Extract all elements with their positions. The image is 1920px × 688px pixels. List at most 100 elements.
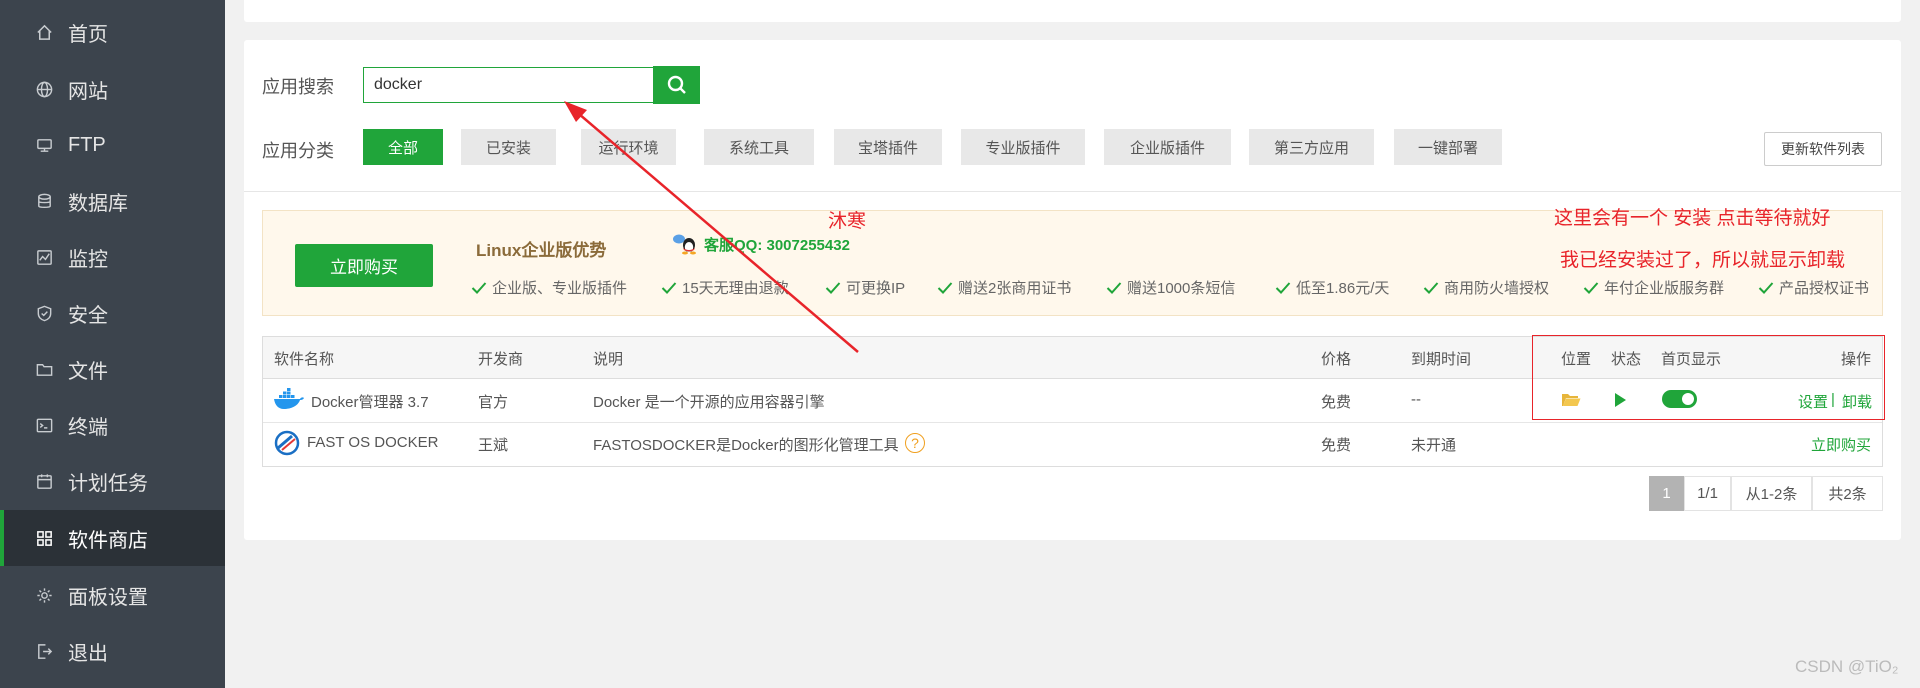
monitor-icon <box>34 247 54 267</box>
description: Docker 是一个开源的应用容器引擎 <box>593 394 825 411</box>
sidebar-item-label: 监控 <box>68 248 108 271</box>
check-icon <box>471 281 487 294</box>
ftp-icon <box>34 135 54 155</box>
update-software-list-button[interactable]: 更新软件列表 <box>1764 132 1882 166</box>
shield-icon <box>34 303 54 323</box>
apps-icon <box>34 528 54 548</box>
pager-range: 从1-2条 <box>1731 476 1812 511</box>
annotation-note-uninstall: 我已经安装过了，所以就显示卸载 <box>1560 250 1846 271</box>
check-icon <box>1275 281 1291 294</box>
promo-feature: 商用防火墙授权 <box>1423 277 1549 298</box>
header-expire: 到期时间 <box>1411 351 1472 368</box>
sidebar-item-label: 计划任务 <box>68 472 148 495</box>
promo-feature: 15天无理由退款 <box>661 277 789 298</box>
sidebar-item-store[interactable]: 软件商店 <box>0 510 225 566</box>
help-icon[interactable]: ? <box>905 433 925 453</box>
header-name: 软件名称 <box>274 351 335 368</box>
promo-feature: 低至1.86元/天 <box>1275 277 1389 298</box>
sidebar-item-label: 面板设置 <box>68 586 148 609</box>
promo-feature: 企业版、专业版插件 <box>471 277 627 298</box>
sidebar-item-security[interactable]: 安全 <box>0 285 225 341</box>
category-third-party[interactable]: 第三方应用 <box>1249 129 1374 165</box>
sidebar-item-label: 数据库 <box>68 192 128 215</box>
expire-time: -- <box>1411 391 1421 408</box>
sidebar-item-ftp[interactable]: FTP <box>0 117 225 173</box>
category-system-tools[interactable]: 系统工具 <box>704 129 814 165</box>
header-price: 价格 <box>1321 351 1352 368</box>
sidebar-item-website[interactable]: 网站 <box>0 61 225 117</box>
check-icon <box>1758 281 1774 294</box>
check-icon <box>661 281 677 294</box>
sidebar-item-cron[interactable]: 计划任务 <box>0 453 225 509</box>
check-icon <box>937 281 953 294</box>
check-icon <box>1106 281 1122 294</box>
watermark: CSDN @TiO₂ <box>1795 657 1899 676</box>
header-developer: 开发商 <box>478 351 524 368</box>
sidebar: 首页 网站 FTP 数据库 监控 安全 文件 终端 计划任务 软件商店 面板设置 <box>0 0 225 688</box>
software-name[interactable]: Docker管理器 3.7 <box>311 391 429 412</box>
sidebar-item-home[interactable]: 首页 <box>0 4 225 60</box>
search-label: 应用搜索 <box>262 77 334 97</box>
category-installed[interactable]: 已安装 <box>461 129 556 165</box>
terminal-icon <box>34 415 54 435</box>
category-label: 应用分类 <box>262 141 334 161</box>
sidebar-item-settings[interactable]: 面板设置 <box>0 567 225 623</box>
check-icon <box>1423 281 1439 294</box>
sidebar-item-label: 文件 <box>68 360 108 383</box>
pager-pages: 1/1 <box>1684 476 1731 511</box>
promo-title: Linux企业版优势 <box>476 241 607 260</box>
top-panel <box>244 0 1901 22</box>
software-name[interactable]: FAST OS DOCKER <box>307 434 438 451</box>
developer: 官方 <box>478 394 509 411</box>
category-all[interactable]: 全部 <box>363 129 443 165</box>
search-input[interactable] <box>363 67 653 103</box>
category-pro-plugins[interactable]: 专业版插件 <box>961 129 1085 165</box>
globe-icon <box>34 79 54 99</box>
qq-icon <box>673 234 696 255</box>
folder-icon <box>34 359 54 379</box>
promo-feature: 年付企业版服务群 <box>1583 277 1724 298</box>
expire-time: 未开通 <box>1411 437 1457 454</box>
home-icon <box>34 22 54 42</box>
category-runtime[interactable]: 运行环境 <box>581 129 676 165</box>
sidebar-item-label: 首页 <box>68 23 108 46</box>
pager-current[interactable]: 1 <box>1649 476 1684 511</box>
sidebar-item-label: 退出 <box>68 642 108 665</box>
annotation-note-install: 这里会有一个 安装 点击等待就好 <box>1554 208 1831 229</box>
promo-feature: 赠送2张商用证书 <box>937 277 1071 298</box>
row-divider <box>263 422 1882 423</box>
database-icon <box>34 191 54 211</box>
price: 免费 <box>1321 394 1352 411</box>
sidebar-item-files[interactable]: 文件 <box>0 341 225 397</box>
sidebar-item-label: 安全 <box>68 304 108 327</box>
sidebar-item-terminal[interactable]: 终端 <box>0 397 225 453</box>
promo-feature: 赠送1000条短信 <box>1106 277 1235 298</box>
category-one-click-deploy[interactable]: 一键部署 <box>1394 129 1502 165</box>
description: FASTOSDOCKER是Docker的图形化管理工具 <box>593 437 899 454</box>
sidebar-item-label: 软件商店 <box>68 529 148 552</box>
search-button[interactable] <box>653 66 700 104</box>
header-description: 说明 <box>593 351 624 368</box>
promo-feature: 可更换IP <box>825 277 905 298</box>
buy-now-button[interactable]: 立即购买 <box>295 244 433 287</box>
sidebar-item-database[interactable]: 数据库 <box>0 173 225 229</box>
calendar-icon <box>34 471 54 491</box>
qq-support[interactable]: 客服QQ: 3007255432 <box>670 233 850 255</box>
search-icon <box>667 75 686 94</box>
check-icon <box>1583 281 1599 294</box>
check-icon <box>825 281 841 294</box>
annotation-author: 沐寒 <box>828 211 867 232</box>
category-enterprise-plugins[interactable]: 企业版插件 <box>1104 129 1231 165</box>
sidebar-item-logout[interactable]: 退出 <box>0 623 225 679</box>
buy-now-link[interactable]: 立即购买 <box>1811 434 1871 455</box>
promo-feature: 产品授权证书 <box>1758 277 1869 298</box>
category-bt-plugins[interactable]: 宝塔插件 <box>834 129 942 165</box>
logout-icon <box>34 641 54 661</box>
divider <box>244 191 1901 192</box>
price: 免费 <box>1321 437 1352 454</box>
gear-icon <box>34 585 54 605</box>
annotation-highlight-box <box>1532 335 1885 420</box>
sidebar-item-label: FTP <box>68 133 106 156</box>
qq-number: 客服QQ: 3007255432 <box>704 236 850 254</box>
sidebar-item-monitor[interactable]: 监控 <box>0 229 225 285</box>
